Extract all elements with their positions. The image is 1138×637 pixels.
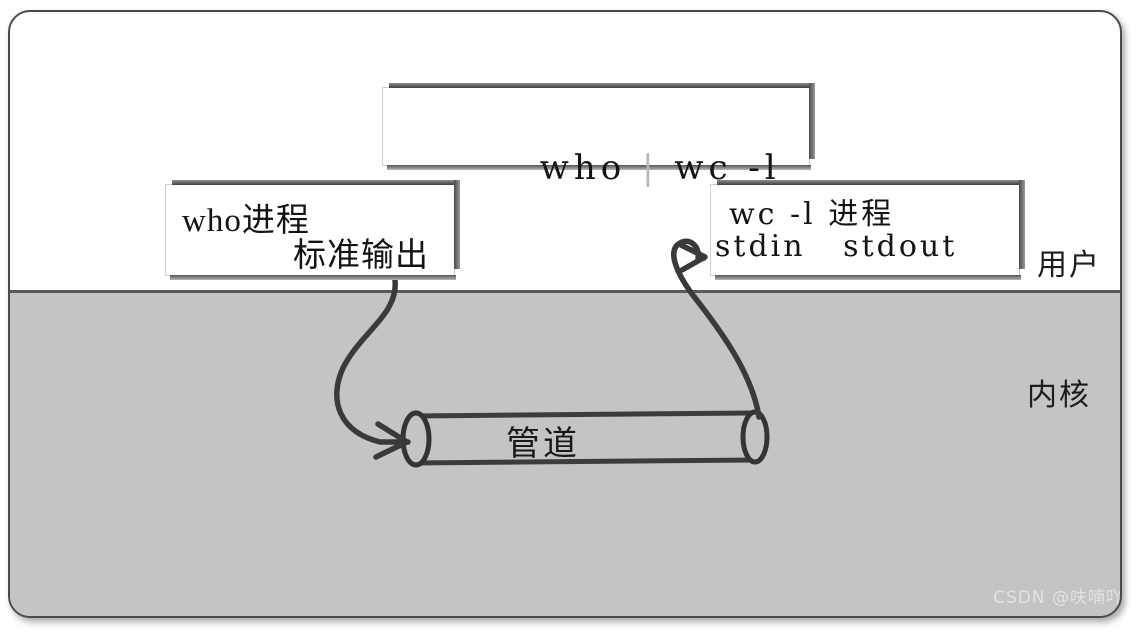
who-process-label: who进程 [182, 203, 310, 239]
diagram-canvas: 用户 内核 管道 who | wc -l who进程 标准输出 wc -l 进程… [0, 0, 1138, 637]
watermark: CSDN @呋喃吖 [993, 588, 1122, 608]
pipe-label: 管道 [506, 424, 580, 464]
wc-process-label: wc -l 进程 [729, 197, 895, 232]
pipe-symbol: | [642, 148, 659, 188]
wc-stdio-label: stdin stdout [715, 229, 958, 264]
wc-process-box: wc -l 进程 stdin stdout [710, 180, 1025, 280]
command-who: who [539, 148, 627, 188]
kernel-space-label: 内核 [1027, 378, 1091, 413]
diagram-frame: 用户 内核 管道 who | wc -l who进程 标准输出 wc -l 进程… [8, 10, 1122, 618]
who-stdout-label: 标准输出 [293, 238, 429, 274]
command-box: who | wc -l [382, 83, 815, 188]
user-space-label: 用户 [1037, 248, 1101, 283]
